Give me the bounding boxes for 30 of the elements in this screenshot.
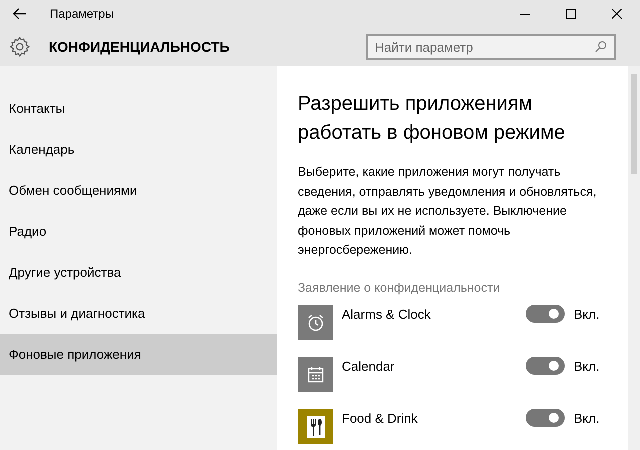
app-name: Calendar — [342, 358, 396, 376]
back-arrow-icon — [13, 8, 27, 20]
sidebar-item[interactable]: Контакты — [0, 88, 277, 129]
maximize-icon — [566, 9, 576, 19]
toggle-state: Вкл. — [574, 410, 601, 428]
window-title: Параметры — [50, 6, 114, 23]
fork-spoon-icon — [306, 414, 326, 439]
scrollbar[interactable] — [628, 66, 640, 450]
toggle-switch[interactable] — [526, 357, 565, 376]
sidebar-item[interactable]: Фоновые приложения — [0, 334, 277, 375]
calendar-icon — [306, 364, 326, 385]
toggle-state: Вкл. — [574, 358, 601, 376]
sidebar-item[interactable]: Радио — [0, 211, 277, 252]
sidebar-item[interactable]: Обмен сообщениями — [0, 170, 277, 211]
search-field[interactable]: Найти параметр — [366, 34, 616, 60]
search-icon — [595, 41, 607, 53]
app-name: Alarms & Clock — [342, 306, 432, 324]
toggle-state: Вкл. — [574, 306, 601, 324]
page-title: КОНФИДЕНЦИАЛЬНОСТЬ — [49, 38, 230, 57]
sidebar-item[interactable]: Отзывы и диагностика — [0, 293, 277, 334]
app-name: Food & Drink — [342, 410, 419, 428]
settings-icon — [9, 36, 31, 58]
sidebar-item[interactable]: Другие устройства — [0, 252, 277, 293]
description-text: Выберите, какие приложения могут получать сведения, отправлять уведомления и обновляться, даже если вы их не используете. Выключение фоновых приложений может помочь энергосбережению. — [298, 164, 598, 259]
sidebar-item[interactable]: Календарь — [0, 129, 277, 170]
section-heading: Разрешить приложениям работать в фоновом режиме — [298, 92, 566, 146]
toggle-switch[interactable] — [526, 305, 565, 324]
toggle-switch[interactable] — [526, 409, 565, 428]
close-icon — [612, 9, 622, 19]
privacy-link[interactable]: Заявление о конфиденциальности — [298, 278, 500, 298]
